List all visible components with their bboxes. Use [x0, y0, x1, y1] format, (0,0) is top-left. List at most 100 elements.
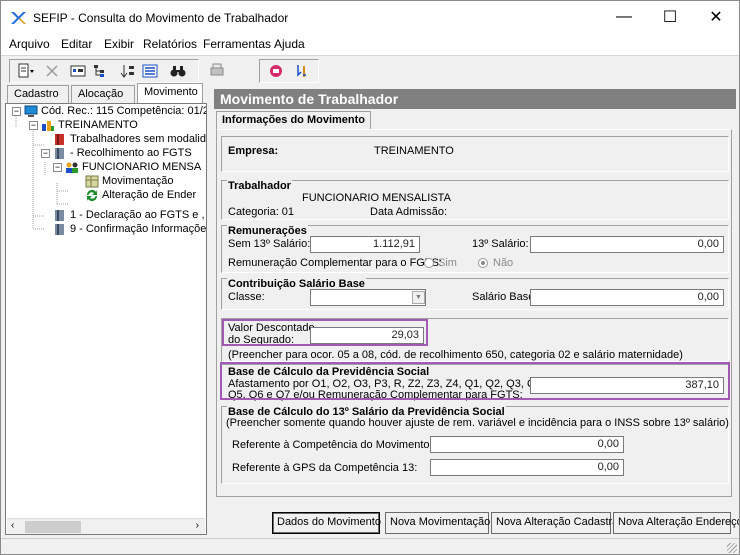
resize-grip-icon[interactable]: [727, 543, 737, 553]
tree-label: TREINAMENTO: [58, 119, 138, 131]
nova-alteracao-endereco-button[interactable]: Nova Alteração Endereço: [613, 512, 739, 534]
status-bar: [1, 538, 739, 554]
delete-button[interactable]: [42, 62, 62, 80]
scroll-left-icon[interactable]: ‹: [11, 520, 14, 531]
tree-label: Alteração de Ender: [102, 189, 197, 201]
tree-label: FUNCIONARIO MENSA: [82, 161, 202, 173]
sem13-label: Sem 13º Salário:: [228, 238, 311, 250]
remuneracoes-section: Remunerações Sem 13º Salário: 1.112,91 1…: [221, 225, 729, 273]
horizontal-scrollbar[interactable]: ‹ ›: [7, 518, 205, 534]
right-pane: Movimento de Trabalhador Informações do …: [212, 85, 736, 537]
salario13-field[interactable]: 0,00: [530, 236, 724, 253]
eraser-icon: [270, 65, 282, 77]
admissao-label: Data Admissão:: [370, 206, 448, 218]
tab-informacoes-movimento[interactable]: Informações do Movimento: [216, 111, 372, 129]
left-pane: Cadastro Alocação Movimento − Cód. Rec.:…: [5, 83, 207, 537]
scroll-thumb[interactable]: [25, 521, 81, 533]
menu-ferramentas[interactable]: Ferramentas: [203, 37, 271, 51]
sem13-field[interactable]: 1.112,91: [310, 236, 420, 253]
salario-base-label: Salário Base:: [472, 291, 538, 303]
view-button-2[interactable]: [90, 62, 110, 80]
nova-alteracao-cadastral-button[interactable]: Nova Alteração Cadastral: [491, 512, 621, 534]
dados-movimento-button[interactable]: Dados do Movimento: [272, 512, 381, 534]
toolbar-group-extra: [259, 59, 319, 83]
contribuicao-section: Contribuição Salário Base Classe: ▼ Salá…: [221, 278, 729, 310]
new-document-button[interactable]: [12, 62, 40, 80]
empresa-value: TREINAMENTO: [374, 145, 454, 157]
menu-exibir[interactable]: Exibir: [104, 37, 134, 51]
list-button[interactable]: [140, 62, 160, 80]
salario-base-field[interactable]: 0,00: [530, 289, 724, 306]
view-button-1[interactable]: [68, 62, 88, 80]
refresh-icon: [87, 190, 97, 201]
tree-label: Cód. Rec.: 115 Competência: 01/2(: [41, 105, 207, 117]
remuneracoes-title: Remunerações: [227, 225, 308, 237]
tree-label: - Recolhimento ao FGTS: [70, 147, 192, 159]
sefip-window: SEFIP - Consulta do Movimento de Trabalh…: [0, 0, 740, 555]
salario13-label: 13º Salário:: [472, 238, 529, 250]
menu-relatorios[interactable]: Relatórios: [143, 37, 197, 51]
menu-bar: Arquivo Editar Exibir Relatórios Ferrame…: [1, 33, 739, 55]
book-icon: [55, 134, 64, 145]
tree-expander-root[interactable]: −: [12, 107, 21, 116]
sefip-logo-icon: [11, 12, 26, 24]
list-view-icon: [70, 65, 86, 77]
workers-icon: [66, 162, 78, 173]
left-tabs: Cadastro Alocação Movimento: [5, 83, 207, 103]
book-icon: [55, 224, 64, 235]
tab-movimento[interactable]: Movimento: [137, 83, 203, 103]
title-bar: SEFIP - Consulta do Movimento de Trabalh…: [1, 1, 739, 33]
ref-mov-label: Referente à Competência do Movimento:: [232, 439, 433, 451]
bottom-button-bar: Dados do Movimento Nova Movimentação Nov…: [212, 512, 739, 536]
menu-ajuda[interactable]: Ajuda: [274, 37, 305, 51]
export-icon: [297, 65, 306, 77]
find-button[interactable]: [168, 62, 188, 80]
tree-label: Movimentação: [102, 175, 174, 187]
tree-label: Trabalhadores sem modalid: [70, 133, 206, 145]
tab-cadastro[interactable]: Cadastro: [7, 85, 69, 103]
sort-button[interactable]: [118, 62, 138, 80]
export-button[interactable]: [292, 62, 312, 80]
document-icon: [18, 63, 34, 78]
maximize-button[interactable]: ☐: [647, 1, 693, 33]
radio-nao[interactable]: [478, 258, 488, 268]
desconto-note: (Preencher para ocor. 05 a 08, cód. de r…: [228, 349, 683, 361]
tree-label: 1 - Declaração ao FGTS e ,: [70, 209, 205, 221]
printer-icon: [210, 63, 224, 76]
trabalhador-section: Trabalhador FUNCIONARIO MENSALISTA Categ…: [221, 180, 729, 220]
tab-alocacao[interactable]: Alocação: [71, 85, 135, 103]
classe-select[interactable]: [310, 289, 426, 306]
nova-movimentacao-button[interactable]: Nova Movimentação: [385, 512, 490, 534]
close-button[interactable]: ✕: [693, 1, 739, 33]
company-icon: [42, 121, 54, 131]
close-x-icon: [46, 65, 58, 77]
eraser-button[interactable]: [266, 62, 286, 80]
tree-expander-company[interactable]: −: [29, 121, 38, 130]
ref-gps-field[interactable]: 0,00: [430, 459, 624, 476]
trabalhador-name: FUNCIONARIO MENSALISTA: [302, 192, 451, 204]
tree-view-icon: [94, 65, 104, 77]
ref-gps-label: Referente à GPS da Competência 13:: [232, 462, 418, 474]
minimize-button[interactable]: —: [601, 1, 647, 33]
window-title: SEFIP - Consulta do Movimento de Trabalh…: [33, 11, 289, 25]
categoria-text: Categoria: 01: [228, 206, 295, 218]
ref-mov-field[interactable]: 0,00: [430, 436, 624, 453]
lines-icon: [142, 64, 158, 78]
menu-arquivo[interactable]: Arquivo: [9, 37, 50, 51]
desconto-highlight: [222, 319, 428, 346]
radio-sim[interactable]: [424, 258, 434, 268]
empresa-label: Empresa:: [228, 145, 279, 157]
movement-form: Empresa: TREINAMENTO Trabalhador FUNCION…: [216, 129, 732, 497]
scroll-right-icon[interactable]: ›: [196, 520, 199, 531]
base13-note: (Preencher somente quando houver ajuste …: [226, 417, 729, 429]
printer-button[interactable]: [207, 61, 227, 79]
computer-icon: [24, 105, 38, 117]
trabalhador-title: Trabalhador: [227, 180, 292, 192]
book-icon: [55, 210, 64, 221]
tree-label: 9 - Confirmação Informaçõe: [70, 223, 207, 235]
tree-expander-fgts[interactable]: −: [41, 149, 50, 158]
menu-editar[interactable]: Editar: [61, 37, 92, 51]
tree-expander-funcionario[interactable]: −: [53, 163, 62, 172]
chevron-down-icon[interactable]: ▼: [412, 291, 425, 304]
base-calculo-highlight: [220, 362, 730, 400]
